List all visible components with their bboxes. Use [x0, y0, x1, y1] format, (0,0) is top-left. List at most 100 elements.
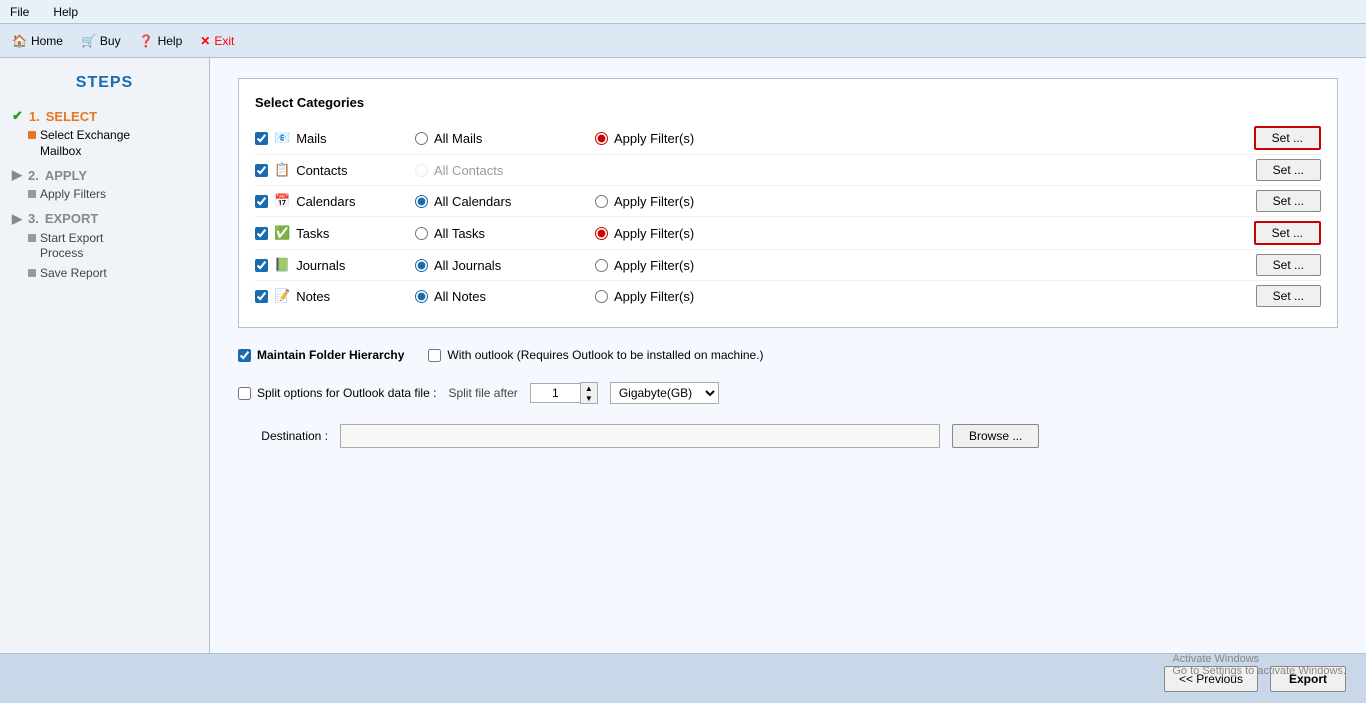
mails-label: Mails — [296, 131, 326, 146]
notes-radio2-col: Apply Filter(s) — [595, 289, 815, 304]
calendars-radio2-col: Apply Filter(s) — [595, 194, 815, 209]
step-2: ▶ 2. APPLY Apply Filters — [12, 167, 197, 203]
tasks-radio1-col: All Tasks — [415, 226, 595, 241]
tasks-radio2-col: Apply Filter(s) — [595, 226, 815, 241]
split-unit-select[interactable]: Gigabyte(GB) Megabyte(MB) — [610, 382, 719, 404]
menu-bar: File Help — [0, 0, 1366, 24]
journals-all-radio[interactable] — [415, 259, 428, 272]
main-layout: STEPS ✔ 1. SELECT Select ExchangeMailbox… — [0, 58, 1366, 703]
browse-button[interactable]: Browse ... — [952, 424, 1039, 448]
toolbar: 🏠 Home 🛒 Buy ❓ Help ✕ Exit — [0, 24, 1366, 58]
mails-radio1-col: All Mails — [415, 131, 595, 146]
mails-all-label: All Mails — [434, 131, 482, 146]
contacts-checkbox[interactable] — [255, 164, 268, 177]
notes-set-button[interactable]: Set ... — [1256, 285, 1321, 307]
journals-filter-radio[interactable] — [595, 259, 608, 272]
step-1-sub-1: Select ExchangeMailbox — [28, 128, 197, 159]
calendars-icon: 📅 — [274, 193, 290, 209]
mails-set-button[interactable]: Set ... — [1254, 126, 1321, 150]
notes-filter-radio[interactable] — [595, 290, 608, 303]
mails-filter-label: Apply Filter(s) — [614, 131, 694, 146]
tasks-checkbox[interactable] — [255, 227, 268, 240]
step-3-sub-dot-2 — [28, 269, 36, 277]
maintain-folder-option[interactable]: Maintain Folder Hierarchy — [238, 348, 404, 362]
step-3-header: ▶ 3. EXPORT — [12, 211, 197, 227]
step-2-arrow: ▶ — [12, 167, 22, 183]
step-3-sub-label-1: Start ExportProcess — [40, 231, 103, 262]
calendars-checkbox[interactable] — [255, 195, 268, 208]
options-row: Maintain Folder Hierarchy With outlook (… — [238, 348, 1338, 362]
step-2-sub-dot — [28, 190, 36, 198]
bottom-bar: Activate Windows Go to Settings to activ… — [0, 653, 1366, 703]
step-3-arrow: ▶ — [12, 211, 22, 227]
mails-icon: 📧 — [274, 130, 290, 146]
split-increment-button[interactable]: ▲ — [581, 383, 597, 393]
tasks-name-col: ✅ Tasks — [255, 225, 415, 241]
toolbar-buy[interactable]: 🛒 Buy — [81, 34, 121, 48]
contacts-set-col: Set ... — [815, 159, 1321, 181]
journals-checkbox[interactable] — [255, 259, 268, 272]
step-3-sub-label-2: Save Report — [40, 266, 107, 282]
step-1-label: SELECT — [46, 109, 97, 124]
journals-set-button[interactable]: Set ... — [1256, 254, 1321, 276]
toolbar-exit[interactable]: ✕ Exit — [200, 34, 234, 48]
destination-row: Destination : Browse ... — [238, 424, 1338, 448]
sidebar: STEPS ✔ 1. SELECT Select ExchangeMailbox… — [0, 58, 210, 703]
split-label-text: Split options for Outlook data file : — [257, 386, 436, 400]
tasks-filter-radio[interactable] — [595, 227, 608, 240]
steps-title: STEPS — [12, 74, 197, 92]
contacts-radio1-col: All Contacts — [415, 163, 595, 178]
notes-filter-label: Apply Filter(s) — [614, 289, 694, 304]
windows-watermark: Activate Windows Go to Settings to activ… — [1172, 653, 1346, 677]
maintain-folder-checkbox[interactable] — [238, 349, 251, 362]
journals-label: Journals — [296, 258, 345, 273]
destination-input[interactable] — [340, 424, 940, 448]
contacts-name-col: 📋 Contacts — [255, 162, 415, 178]
tasks-icon: ✅ — [274, 225, 290, 241]
contacts-all-label: All Contacts — [434, 163, 503, 178]
mails-checkbox[interactable] — [255, 132, 268, 145]
calendars-filter-label: Apply Filter(s) — [614, 194, 694, 209]
step-1-header: ✔ 1. SELECT — [12, 108, 197, 124]
notes-label: Notes — [296, 289, 330, 304]
step-3: ▶ 3. EXPORT Start ExportProcess Save Rep… — [12, 211, 197, 282]
step-3-number: 3. — [28, 211, 39, 226]
calendars-name-col: 📅 Calendars — [255, 193, 415, 209]
tasks-set-col: Set ... — [815, 221, 1321, 245]
content-area: Select Categories 📧 Mails All Mails Appl… — [210, 58, 1366, 703]
notes-checkbox[interactable] — [255, 290, 268, 303]
split-decrement-button[interactable]: ▼ — [581, 393, 597, 403]
with-outlook-checkbox[interactable] — [428, 349, 441, 362]
journals-radio1-col: All Journals — [415, 258, 595, 273]
step-2-sub-1: Apply Filters — [28, 187, 197, 203]
destination-label: Destination : — [238, 429, 328, 443]
toolbar-help[interactable]: ❓ Help — [139, 34, 183, 48]
calendars-set-button[interactable]: Set ... — [1256, 190, 1321, 212]
contacts-set-button[interactable]: Set ... — [1256, 159, 1321, 181]
journals-name-col: 📗 Journals — [255, 257, 415, 273]
toolbar-home[interactable]: 🏠 Home — [12, 34, 63, 48]
journals-filter-label: Apply Filter(s) — [614, 258, 694, 273]
journals-radio2-col: Apply Filter(s) — [595, 258, 815, 273]
table-row: 📧 Mails All Mails Apply Filter(s) Set ..… — [255, 122, 1321, 155]
journals-set-col: Set ... — [815, 254, 1321, 276]
calendars-all-radio[interactable] — [415, 195, 428, 208]
mails-all-radio[interactable] — [415, 132, 428, 145]
split-value-input[interactable] — [530, 383, 580, 403]
notes-all-radio[interactable] — [415, 290, 428, 303]
tasks-set-button[interactable]: Set ... — [1254, 221, 1321, 245]
calendars-all-label: All Calendars — [434, 194, 511, 209]
split-value-input-wrap: ▲ ▼ — [530, 382, 598, 404]
split-option[interactable]: Split options for Outlook data file : — [238, 386, 436, 400]
step-2-sub-label: Apply Filters — [40, 187, 106, 203]
tasks-all-radio[interactable] — [415, 227, 428, 240]
journals-icon: 📗 — [274, 257, 290, 273]
step-3-sub-1: Start ExportProcess — [28, 231, 197, 262]
split-checkbox[interactable] — [238, 387, 251, 400]
mails-filter-radio[interactable] — [595, 132, 608, 145]
menu-help[interactable]: Help — [49, 3, 82, 21]
calendars-filter-radio[interactable] — [595, 195, 608, 208]
menu-file[interactable]: File — [6, 3, 33, 21]
calendars-radio1-col: All Calendars — [415, 194, 595, 209]
with-outlook-option[interactable]: With outlook (Requires Outlook to be ins… — [428, 348, 763, 362]
